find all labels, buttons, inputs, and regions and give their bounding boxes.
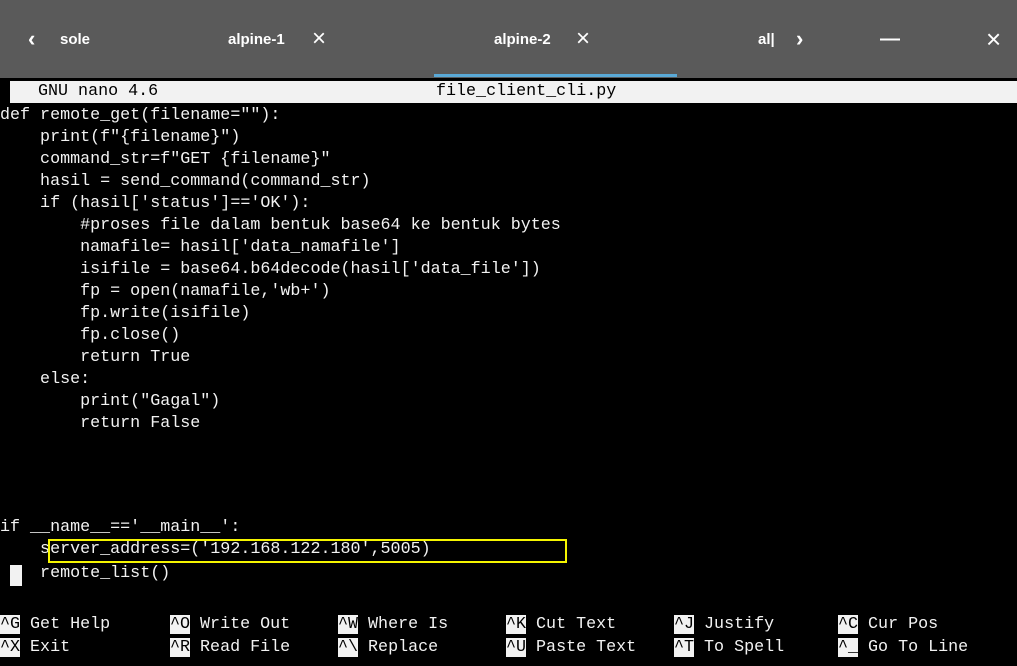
shortcut-read-file[interactable]: ^R Read File [170, 637, 290, 659]
shortcut-key: ^C [838, 615, 859, 634]
code-line: #proses file dalam bentuk base64 ke bent… [0, 216, 561, 235]
text-cursor [10, 565, 22, 586]
code-line: else: [0, 370, 91, 389]
shortcut-label: Justify [704, 615, 775, 634]
scroll-tabs-right-icon[interactable]: › [796, 0, 803, 78]
highlight-annotation [48, 539, 567, 563]
shortcut-key: ^U [506, 638, 527, 657]
code-line: fp.write(isifile) [0, 304, 251, 323]
shortcut-cur-pos[interactable]: ^C Cur Pos [838, 614, 938, 636]
tab-bar: ‹ sole alpine-1 × alpine-2 × al| › — × [0, 0, 1017, 78]
code-line: fp = open(namafile,'wb+') [0, 282, 331, 301]
shortcut-key: ^\ [338, 638, 359, 657]
window-close-icon[interactable]: × [986, 0, 1001, 78]
shortcut-key: ^K [506, 615, 527, 634]
close-tab-alpine-2-icon[interactable]: × [576, 0, 590, 78]
terminal[interactable]: GNU nano 4.6 file_client_cli.py def remo… [0, 81, 1017, 666]
shortcut-key: ^J [674, 615, 695, 634]
code-line: print(f"{filename}") [0, 128, 241, 147]
shortcut-label: Exit [30, 638, 71, 657]
nano-filename: file_client_cli.py [436, 82, 617, 101]
tab-console[interactable]: sole [60, 0, 190, 78]
scroll-tabs-left-icon[interactable]: ‹ [28, 0, 35, 78]
shortcut-label: Replace [368, 638, 439, 657]
nano-version: GNU nano 4.6 [38, 82, 159, 101]
shortcut-label: Write Out [200, 615, 291, 634]
code-line: command_str=f"GET {filename}" [0, 150, 331, 169]
shortcut-key: ^W [338, 615, 359, 634]
shortcut-get-help[interactable]: ^G Get Help [0, 614, 110, 636]
minimize-icon[interactable]: — [880, 0, 900, 78]
shortcut-key: ^O [170, 615, 191, 634]
code-line: isifile = base64.b64decode(hasil['data_f… [0, 260, 541, 279]
tab-label: sole [60, 30, 91, 48]
shortcut-label: Get Help [30, 615, 111, 634]
tab-label: alpine-1 [228, 30, 285, 48]
shortcut-key: ^X [0, 638, 21, 657]
code-line: def remote_get(filename=""): [0, 106, 281, 125]
tab-alpine-1[interactable]: alpine-1 [228, 0, 285, 78]
code-line: print("Gagal") [0, 392, 221, 411]
shortcut-label: Read File [200, 638, 291, 657]
code-line: return True [0, 348, 191, 367]
code-line: namafile= hasil['data_namafile'] [0, 238, 401, 257]
shortcut-label: Go To Line [868, 638, 969, 657]
shortcut-paste-text[interactable]: ^U Paste Text [506, 637, 636, 659]
shortcut-exit[interactable]: ^X Exit [0, 637, 70, 659]
tab-label: al| [758, 30, 775, 48]
tab-alpine-3[interactable]: al| [758, 0, 775, 78]
shortcut-key: ^_ [838, 638, 859, 657]
shortcut-key: ^G [0, 615, 21, 634]
shortcut-key: ^T [674, 638, 695, 657]
shortcut-cut-text[interactable]: ^K Cut Text [506, 614, 616, 636]
shortcut-label: Where Is [368, 615, 449, 634]
shortcut-label: Cur Pos [868, 615, 939, 634]
shortcut-label: To Spell [704, 638, 785, 657]
shortcut-write-out[interactable]: ^O Write Out [170, 614, 290, 636]
code-line: if __name__=='__main__': [0, 518, 241, 537]
code-line: hasil = send_command(command_str) [0, 172, 371, 191]
tab-alpine-2[interactable]: alpine-2 [494, 0, 551, 78]
shortcut-replace[interactable]: ^\ Replace [338, 637, 438, 659]
shortcut-go-to-line[interactable]: ^_ Go To Line [838, 637, 968, 659]
shortcut-label: Paste Text [536, 638, 637, 657]
code-line: if (hasil['status']=='OK'): [0, 194, 311, 213]
shortcut-to-spell[interactable]: ^T To Spell [674, 637, 784, 659]
code-line: return False [0, 414, 201, 433]
shortcut-where-is[interactable]: ^W Where Is [338, 614, 448, 636]
nano-header-bar: GNU nano 4.6 file_client_cli.py [10, 81, 1017, 103]
active-tab-indicator [434, 74, 677, 77]
shortcut-label: Cut Text [536, 615, 617, 634]
close-tab-alpine-1-icon[interactable]: × [312, 0, 326, 78]
code-line: fp.close() [0, 326, 181, 345]
tab-label: alpine-2 [494, 30, 551, 48]
shortcut-justify[interactable]: ^J Justify [674, 614, 774, 636]
code-line: remote_list() [0, 564, 171, 583]
shortcut-key: ^R [170, 638, 191, 657]
